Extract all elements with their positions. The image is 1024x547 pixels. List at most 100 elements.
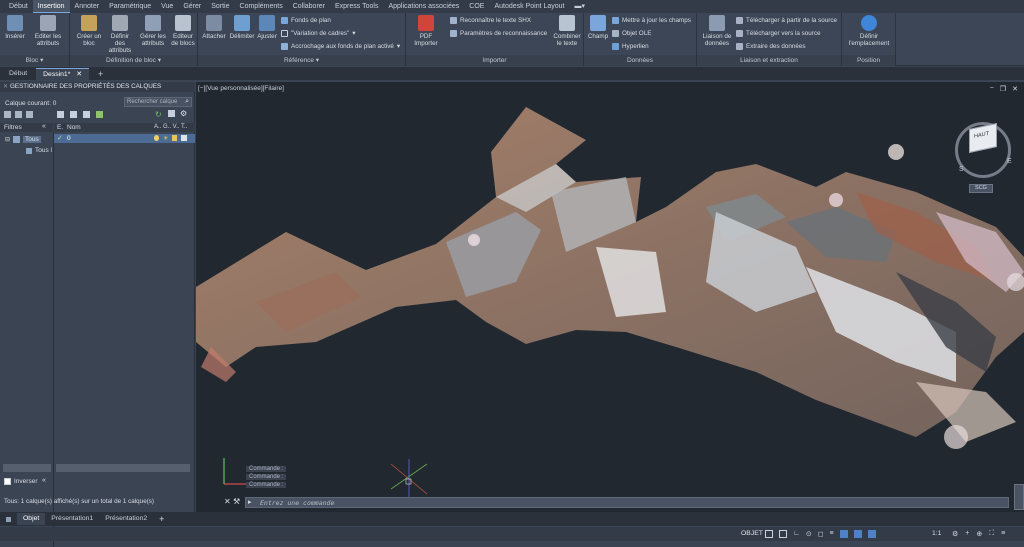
refresh-icon[interactable]: ↻ bbox=[155, 110, 162, 119]
collapse-icon[interactable]: « bbox=[42, 477, 46, 484]
col-nom[interactable]: Nom bbox=[67, 124, 81, 131]
collapse-icon[interactable]: « bbox=[42, 123, 46, 130]
osnap-icon[interactable]: ◻ bbox=[818, 530, 824, 538]
telecharger-vers-source-button[interactable]: Télécharger vers la source bbox=[736, 30, 821, 37]
command-input[interactable]: ▸ Entrez une commande bbox=[245, 497, 1009, 508]
layer-states-icon[interactable] bbox=[26, 111, 33, 118]
sun-icon[interactable]: ☀ bbox=[163, 135, 168, 142]
attacher-button[interactable]: Attacher bbox=[201, 15, 227, 40]
accrochage-dropdown[interactable]: Accrochage aux fonds de plan activé ▾ bbox=[281, 43, 400, 50]
close-icon[interactable]: ✕ bbox=[3, 83, 8, 90]
tab-debut[interactable]: Début bbox=[2, 68, 34, 80]
menu-item[interactable]: Express Tools bbox=[330, 0, 383, 13]
delimiter-button[interactable]: Délimiter bbox=[228, 15, 256, 40]
tab-dessin1[interactable]: Dessin1* ✕ bbox=[36, 68, 89, 80]
auto-scale-icon[interactable] bbox=[867, 530, 876, 538]
snap-icon[interactable] bbox=[779, 530, 787, 538]
viewcube[interactable]: HAUT S E bbox=[951, 114, 1017, 180]
menu-item[interactable]: Paramétrique bbox=[104, 0, 156, 13]
isolate-icon[interactable]: ⊕ bbox=[976, 530, 982, 538]
side-toolbar-handle[interactable] bbox=[1014, 484, 1024, 510]
inverser-checkbox[interactable]: Inverser bbox=[4, 478, 37, 485]
hyperlien-button[interactable]: Hyperlien bbox=[612, 43, 649, 50]
gear-icon[interactable]: ⚙ bbox=[952, 530, 958, 538]
selection-cycling-icon[interactable] bbox=[839, 530, 848, 538]
layout-menu-icon[interactable] bbox=[6, 516, 11, 522]
definir-emplacement-button[interactable]: Définir l'emplacement bbox=[845, 15, 893, 47]
menu-item[interactable]: COE bbox=[464, 0, 489, 13]
annotation-visibility-icon[interactable] bbox=[853, 530, 862, 538]
layers-scrollbar[interactable] bbox=[56, 464, 190, 472]
grid-icon[interactable] bbox=[765, 530, 773, 538]
champ-button[interactable]: Champ bbox=[586, 15, 610, 40]
menu-item[interactable]: Annoter bbox=[70, 0, 105, 13]
definir-attributs-button[interactable]: Définir des attributs bbox=[105, 15, 135, 54]
layer-row[interactable]: ✓ 0 ☀ bbox=[54, 134, 195, 143]
extraire-donnees-button[interactable]: Extraire des données bbox=[736, 43, 806, 50]
creer-bloc-button[interactable]: Créer un bloc bbox=[75, 15, 103, 47]
combiner-texte-button[interactable]: Combiner le texte bbox=[552, 15, 582, 47]
drawing-viewport[interactable]: [−][Vue personnalisée][Filaire] − ❐ ✕ HA… bbox=[196, 82, 1024, 512]
menu-item[interactable]: Vue bbox=[156, 0, 178, 13]
editer-attributs-button[interactable]: Editer les attributs bbox=[30, 15, 66, 47]
plus-icon[interactable]: + bbox=[965, 530, 969, 538]
checkbox[interactable] bbox=[4, 478, 11, 485]
menu-item[interactable]: Gérer bbox=[178, 0, 206, 13]
menu-item[interactable]: Sortie bbox=[206, 0, 234, 13]
inserer-button[interactable]: Insérer bbox=[3, 15, 27, 40]
collapse-tree-icon[interactable]: ⊟ bbox=[5, 136, 10, 143]
panel-bloc-title[interactable]: Bloc ▾ bbox=[0, 55, 69, 66]
annotation-scale[interactable]: 1:1 bbox=[932, 530, 941, 537]
menu-item[interactable]: Insertion bbox=[32, 0, 70, 13]
panel-definition-title[interactable]: Définition de bloc ▾ bbox=[70, 55, 197, 66]
tab-presentation2[interactable]: Présentation2 bbox=[99, 513, 153, 525]
print-icon[interactable] bbox=[181, 135, 187, 141]
liaison-donnees-button[interactable]: Liaison de données bbox=[700, 15, 734, 47]
menu-item[interactable]: Compléments bbox=[235, 0, 288, 13]
ajuster-button[interactable]: Ajuster bbox=[255, 15, 279, 40]
new-layer-frozen-icon[interactable] bbox=[70, 111, 77, 118]
lightbulb-icon[interactable] bbox=[154, 135, 159, 141]
parametres-reconnaissance-button[interactable]: Paramètres de reconnaissance bbox=[450, 30, 547, 37]
telecharger-source-button[interactable]: Télécharger à partir de la source bbox=[736, 17, 837, 24]
lineweight-icon[interactable]: ≡ bbox=[830, 530, 834, 538]
filters-scrollbar[interactable] bbox=[3, 464, 51, 472]
menu-item[interactable]: Collaborer bbox=[288, 0, 330, 13]
tree-child[interactable]: Tous l bbox=[26, 147, 52, 154]
fullscreen-icon[interactable]: ⛶ bbox=[989, 530, 994, 538]
delete-layer-icon[interactable] bbox=[83, 111, 90, 118]
editeur-blocs-button[interactable]: Editeur de blocs bbox=[170, 15, 196, 47]
menu-item[interactable]: Applications associées bbox=[383, 0, 464, 13]
search-layer-input[interactable]: Rechercher calque ⌕ bbox=[124, 97, 192, 107]
gear-icon[interactable]: ⚙ bbox=[180, 109, 187, 118]
close-icon[interactable]: ✕ bbox=[76, 71, 82, 78]
ortho-icon[interactable]: ∟ bbox=[793, 530, 800, 538]
lock-icon[interactable] bbox=[172, 135, 177, 141]
new-layer-icon[interactable] bbox=[57, 111, 64, 118]
pdf-importer-button[interactable]: PDF Importer bbox=[410, 15, 442, 47]
layer-settings-icon[interactable] bbox=[168, 110, 175, 117]
menu-item[interactable]: Autodesk Point Layout bbox=[489, 0, 569, 13]
space-toggle[interactable]: OBJET bbox=[741, 530, 763, 537]
fonds-de-plan-button[interactable]: Fonds de plan bbox=[281, 17, 331, 24]
menu-item[interactable]: Début bbox=[4, 0, 33, 13]
objet-ole-button[interactable]: Objet OLE bbox=[612, 30, 651, 37]
wcs-menu[interactable]: SCG bbox=[969, 184, 993, 193]
new-property-filter-icon[interactable] bbox=[4, 111, 11, 118]
gerer-attributs-button[interactable]: Gérer les attributs bbox=[138, 15, 168, 47]
new-group-filter-icon[interactable] bbox=[15, 111, 22, 118]
set-current-icon[interactable] bbox=[96, 111, 103, 118]
panel-reference-title[interactable]: Référence ▾ bbox=[198, 55, 405, 66]
col-e[interactable]: E. bbox=[57, 124, 63, 131]
tab-presentation1[interactable]: Présentation1 bbox=[45, 513, 99, 525]
hamburger-icon[interactable]: ≡ bbox=[1001, 530, 1005, 538]
new-tab-button[interactable]: + bbox=[91, 68, 110, 80]
ribbon-toggle-icon[interactable]: ▬▾ bbox=[570, 0, 591, 13]
wrench-icon[interactable]: ⚒ bbox=[233, 497, 240, 506]
mettre-a-jour-champs-button[interactable]: Mettre à jour les champs bbox=[612, 17, 691, 24]
reconnaitre-shx-button[interactable]: Reconnaître le texte SHX bbox=[450, 17, 531, 24]
add-layout-button[interactable]: + bbox=[153, 514, 170, 524]
close-icon[interactable]: ✕ bbox=[224, 497, 231, 506]
tree-root[interactable]: ⊟ Tous bbox=[5, 136, 41, 143]
polar-icon[interactable]: ⊙ bbox=[806, 530, 812, 538]
